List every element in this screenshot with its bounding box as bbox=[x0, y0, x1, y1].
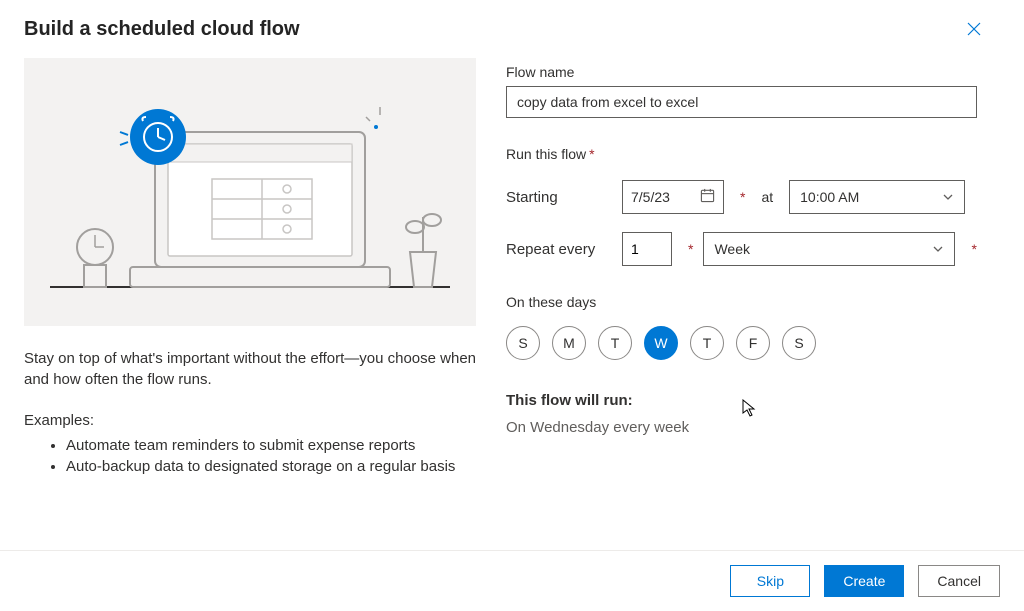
starting-date-input[interactable]: 7/5/23 bbox=[622, 180, 724, 214]
starting-time-select[interactable]: 10:00 AM bbox=[789, 180, 965, 214]
chevron-down-icon bbox=[942, 191, 954, 203]
day-toggle-monday[interactable]: M bbox=[552, 326, 586, 360]
at-label: at bbox=[761, 189, 773, 205]
calendar-icon bbox=[700, 188, 715, 206]
day-toggle-sunday[interactable]: S bbox=[506, 326, 540, 360]
cancel-button[interactable]: Cancel bbox=[918, 565, 1000, 597]
repeat-every-label: Repeat every bbox=[506, 241, 606, 258]
list-item: Auto-backup data to designated storage o… bbox=[66, 456, 476, 477]
starting-date-value: 7/5/23 bbox=[631, 189, 670, 205]
examples-list: Automate team reminders to submit expens… bbox=[24, 435, 476, 477]
starting-label: Starting bbox=[506, 189, 606, 206]
repeat-period-select[interactable]: Week bbox=[703, 232, 955, 266]
repeat-period-value: Week bbox=[714, 241, 750, 257]
day-toggle-friday[interactable]: F bbox=[736, 326, 770, 360]
close-icon bbox=[966, 21, 982, 40]
this-flow-will-run-text: On Wednesday every week bbox=[506, 419, 977, 436]
list-item: Automate team reminders to submit expens… bbox=[66, 435, 476, 456]
day-toggle-thursday[interactable]: T bbox=[690, 326, 724, 360]
this-flow-will-run-label: This flow will run: bbox=[506, 392, 977, 409]
starting-time-value: 10:00 AM bbox=[800, 189, 859, 205]
flow-name-input[interactable] bbox=[506, 86, 977, 118]
day-toggle-saturday[interactable]: S bbox=[782, 326, 816, 360]
day-toggle-tuesday[interactable]: T bbox=[598, 326, 632, 360]
dialog-title: Build a scheduled cloud flow bbox=[24, 18, 300, 41]
on-these-days-label: On these days bbox=[506, 294, 977, 310]
close-button[interactable] bbox=[962, 18, 986, 42]
examples-label: Examples: bbox=[24, 412, 476, 429]
illustration bbox=[24, 58, 476, 326]
description-text: Stay on top of what's important without … bbox=[24, 348, 476, 390]
skip-button[interactable]: Skip bbox=[730, 565, 810, 597]
run-this-flow-label: Run this flow* bbox=[506, 146, 977, 162]
flow-name-label: Flow name bbox=[506, 64, 977, 80]
create-button[interactable]: Create bbox=[824, 565, 904, 597]
chevron-down-icon bbox=[932, 243, 944, 255]
day-toggle-wednesday[interactable]: W bbox=[644, 326, 678, 360]
repeat-every-input[interactable] bbox=[622, 232, 672, 266]
